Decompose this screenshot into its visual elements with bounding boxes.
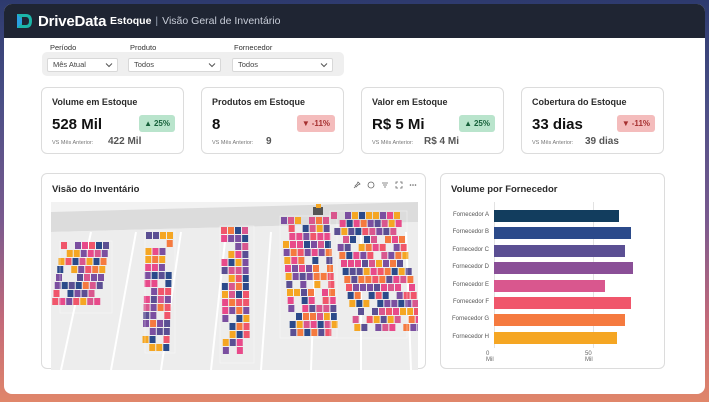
kpi-vs-label: VS Mês Anterior: xyxy=(212,140,254,146)
inventory-panel: Visão do Inventário xyxy=(41,173,426,370)
bar[interactable] xyxy=(494,262,633,275)
kpi-prev-value: 422 Mil xyxy=(108,136,142,147)
kpi-delta: 25% xyxy=(473,119,490,128)
supplier-panel: Volume por Fornecedor 0 Mil 50 Mil Fornece… xyxy=(440,173,665,369)
kpi-card-products: Produtos em Estoque 8 ▼ -11% VS Mês Anter… xyxy=(201,87,344,154)
bar[interactable] xyxy=(494,227,631,240)
drivedata-logo-icon xyxy=(17,14,32,28)
supplier-panel-title: Volume por Fornecedor xyxy=(451,184,558,195)
more-options-icon[interactable] xyxy=(409,181,417,189)
logo-text: DriveData xyxy=(38,12,107,30)
copy-icon[interactable] xyxy=(367,181,375,189)
x-tick-label: 50 Mil xyxy=(585,351,593,363)
kpi-delta-badge: ▼ -11% xyxy=(296,115,335,132)
category-label: Fornecedor G xyxy=(451,316,489,323)
kpi-delta: -11% xyxy=(311,119,330,128)
bar[interactable] xyxy=(494,297,631,309)
visual-toolbar xyxy=(353,181,417,189)
kpi-delta: -11% xyxy=(631,119,650,128)
bar[interactable] xyxy=(494,279,605,292)
kpi-delta-badge: ▲ 25% xyxy=(139,115,175,132)
kpi-card-value: Valor em Estoque R$ 5 Mi ▲ 25% VS Mês Ant… xyxy=(361,87,504,154)
inventory-panel-title: Visão do Inventário xyxy=(52,184,140,195)
supplier-value: Todos xyxy=(238,60,259,69)
kpi-title: Valor em Estoque xyxy=(372,97,448,107)
category-label: Fornecedor F xyxy=(452,299,489,305)
arrow-up-icon: ▲ xyxy=(464,119,472,128)
kpi-value: R$ 5 Mi xyxy=(372,116,425,133)
kpi-prev-value: R$ 4 Mi xyxy=(424,136,460,147)
chevron-down-icon xyxy=(208,63,216,68)
kpi-vs-label: VS Mês Anterior: xyxy=(52,140,94,146)
arrow-down-icon: ▼ xyxy=(301,119,310,128)
pin-icon[interactable] xyxy=(353,181,361,189)
bar[interactable] xyxy=(494,331,617,344)
kpi-title: Produtos em Estoque xyxy=(212,97,306,107)
kpi-value: 528 Mil xyxy=(52,116,103,133)
focus-mode-icon[interactable] xyxy=(395,181,403,189)
kpi-card-coverage: Cobertura do Estoque 33 dias ▼ -11% VS Mê… xyxy=(521,87,664,154)
kpi-prev-value: 39 dias xyxy=(585,136,619,147)
top-bar: DriveData Estoque | Visão Geral de Inven… xyxy=(4,4,705,38)
chevron-down-icon xyxy=(105,63,113,68)
warehouse-3d-view[interactable] xyxy=(51,202,418,370)
kpi-vs-label: VS Mês Anterior: xyxy=(532,140,574,146)
product-value: Todos xyxy=(134,60,155,69)
breadcrumb-sub: Visão Geral de Inventário xyxy=(162,15,281,27)
kpi-prev-value: 9 xyxy=(266,136,272,147)
filter-icon[interactable] xyxy=(381,181,389,189)
period-label: Período xyxy=(50,43,77,52)
bar[interactable] xyxy=(494,244,625,257)
bar[interactable] xyxy=(494,210,619,222)
kpi-delta-badge: ▲ 25% xyxy=(459,115,495,132)
logo: DriveData xyxy=(14,11,110,31)
category-label: Fornecedor C xyxy=(452,246,489,253)
product-select[interactable]: Todos xyxy=(128,58,221,72)
category-label: Fornecedor D xyxy=(452,264,489,271)
supplier-label: Fornecedor xyxy=(234,43,273,52)
x-tick-label: 0 Mil xyxy=(486,351,494,363)
breadcrumb-main[interactable]: Estoque xyxy=(110,15,151,27)
kpi-card-volume: Volume em Estoque 528 Mil ▲ 25% VS Mês An… xyxy=(41,87,184,154)
chevron-down-icon xyxy=(320,63,328,68)
breadcrumb-separator: | xyxy=(155,15,159,27)
kpi-value: 8 xyxy=(212,116,221,133)
period-value: Mês Atual xyxy=(53,60,86,69)
breadcrumb: Estoque | Visão Geral de Inventário xyxy=(110,15,280,27)
kpi-value: 33 dias xyxy=(532,116,583,133)
kpi-title: Volume em Estoque xyxy=(52,97,138,107)
bar[interactable] xyxy=(494,314,625,327)
category-label: Fornecedor H xyxy=(452,333,489,340)
product-label: Produto xyxy=(130,43,157,52)
category-label: Fornecedor E xyxy=(452,281,489,288)
arrow-up-icon: ▲ xyxy=(144,119,152,128)
kpi-title: Cobertura do Estoque xyxy=(532,97,627,107)
kpi-vs-label: VS Mês Anterior: xyxy=(372,140,414,146)
category-label: Fornecedor B xyxy=(452,229,489,236)
kpi-delta-badge: ▼ -11% xyxy=(616,115,655,132)
kpi-delta: 25% xyxy=(153,119,170,128)
period-select[interactable]: Mês Atual xyxy=(47,58,118,72)
category-label: Fornecedor A xyxy=(452,212,489,218)
warehouse-illustration xyxy=(51,202,418,370)
arrow-down-icon: ▼ xyxy=(621,119,630,128)
supplier-select[interactable]: Todos xyxy=(232,58,333,72)
